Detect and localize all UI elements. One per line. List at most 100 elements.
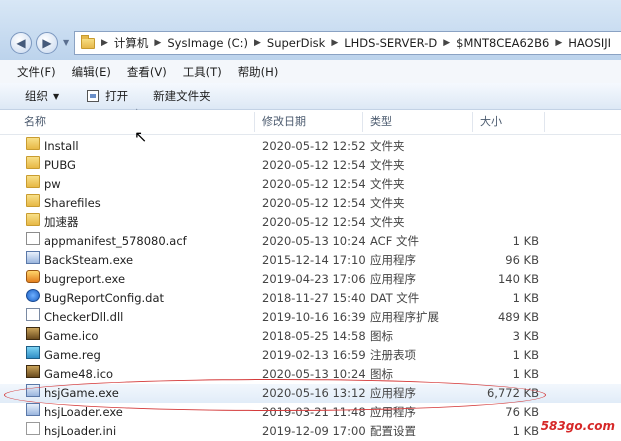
dll-icon <box>26 308 40 321</box>
file-type: 应用程序 <box>370 253 416 267</box>
registry-icon <box>26 346 40 359</box>
chevron-right-icon[interactable]: ▶ <box>154 38 161 48</box>
column-type[interactable]: 类型 <box>364 110 472 134</box>
column-divider[interactable] <box>362 112 363 132</box>
watermark-logo: 583go.com <box>540 419 615 433</box>
breadcrumb-drive[interactable]: SysImage (C:) <box>167 36 248 50</box>
menu-file[interactable]: 文件(F) <box>17 64 56 80</box>
file-type: 文件夹 <box>370 158 405 172</box>
breadcrumb-computer[interactable]: 计算机 <box>114 35 149 51</box>
file-row[interactable]: Game.ico 2018-05-25 14:58 图标 3 KB <box>0 327 621 346</box>
file-row[interactable]: BugReportConfig.dat 2018-11-27 15:40 DAT 文… <box>0 289 621 308</box>
file-row[interactable]: PUBG 2020-05-12 12:54 文件夹 <box>0 156 621 175</box>
chevron-right-icon[interactable]: ▶ <box>555 38 562 48</box>
forward-button[interactable]: ▶ <box>36 32 58 54</box>
file-type: 文件夹 <box>370 139 405 153</box>
ini-icon <box>26 422 40 435</box>
menu-bar: 文件(F) 编辑(E) 查看(V) 工具(T) 帮助(H) <box>0 60 621 83</box>
breadcrumb-server[interactable]: LHDS-SERVER-D <box>344 36 437 50</box>
file-size: 140 KB <box>497 272 539 286</box>
menu-edit[interactable]: 编辑(E) <box>72 64 111 80</box>
new-folder-button[interactable]: 新建文件夹 <box>153 88 211 104</box>
chevron-right-icon[interactable]: ▶ <box>331 38 338 48</box>
file-date: 2019-03-21 11:48 <box>262 405 366 419</box>
file-name: hsjGame.exe <box>44 386 119 400</box>
file-name: Game.reg <box>44 348 101 362</box>
file-date: 2020-05-12 12:54 <box>262 196 366 210</box>
column-date[interactable]: 修改日期 <box>256 110 362 134</box>
back-arrow-icon: ◀ <box>16 36 26 50</box>
menu-tools[interactable]: 工具(T) <box>183 64 222 80</box>
file-type: 图标 <box>370 329 393 343</box>
folder-icon <box>26 213 40 226</box>
breadcrumb-mount[interactable]: $MNT8CEA62B6 <box>456 36 549 50</box>
file-size: 96 KB <box>505 253 539 267</box>
breadcrumb-superdisk[interactable]: SuperDisk <box>267 36 325 50</box>
file-date: 2015-12-14 17:10 <box>262 253 366 267</box>
file-size: 489 KB <box>497 310 539 324</box>
file-date: 2018-11-27 15:40 <box>262 291 366 305</box>
file-row[interactable]: 加速器 2020-05-12 12:54 文件夹 <box>0 213 621 232</box>
game-icon <box>26 365 40 378</box>
caret-down-icon: ▼ <box>53 91 60 101</box>
file-size: 1 KB <box>512 234 539 248</box>
address-bar-area: ◀ ▶ ▼ ▶ 计算机 ▶ SysImage (C:) ▶ SuperDisk … <box>0 0 621 60</box>
file-date: 2020-05-16 13:12 <box>262 386 366 400</box>
file-name: BugReportConfig.dat <box>44 291 165 305</box>
open-button[interactable]: 打开 <box>87 88 128 104</box>
history-dropdown-icon[interactable]: ▼ <box>63 38 69 47</box>
organize-button[interactable]: 组织 ▼ <box>25 88 59 104</box>
file-row[interactable]: Install 2020-05-12 12:52 文件夹 <box>0 137 621 156</box>
file-type: 文件夹 <box>370 215 405 229</box>
file-name: CheckerDll.dll <box>44 310 124 324</box>
column-size[interactable]: 大小 <box>474 110 544 134</box>
file-date: 2019-02-13 16:59 <box>262 348 366 362</box>
open-label: 打开 <box>105 89 129 103</box>
file-row-selected[interactable]: hsjGame.exe 2020-05-16 13:12 应用程序 6,772 KB <box>0 384 621 403</box>
folder-icon <box>26 137 40 150</box>
file-size: 6,772 KB <box>486 386 539 400</box>
back-button[interactable]: ◀ <box>10 32 32 54</box>
file-row[interactable]: CheckerDll.dll 2019-10-16 16:39 应用程序扩展 489 … <box>0 308 621 327</box>
exe-icon <box>26 403 40 416</box>
exe-icon <box>26 251 40 264</box>
file-row[interactable]: hsjLoader.ini 2019-12-09 17:00 配置设置 1 KB <box>0 422 621 441</box>
file-type: 应用程序扩展 <box>370 310 439 324</box>
file-row[interactable]: bugreport.exe 2019-04-23 17:06 应用程序 140 KB <box>0 270 621 289</box>
file-size: 1 KB <box>512 291 539 305</box>
file-size: 1 KB <box>512 348 539 362</box>
menu-help[interactable]: 帮助(H) <box>238 64 279 80</box>
folder-icon <box>81 34 95 49</box>
file-row[interactable]: pw 2020-05-12 12:54 文件夹 <box>0 175 621 194</box>
new-folder-label: 新建文件夹 <box>153 89 211 103</box>
file-date: 2020-05-12 12:54 <box>262 215 366 229</box>
file-row[interactable]: hsjLoader.exe 2019-03-21 11:48 应用程序 76 KB <box>0 403 621 422</box>
folder-icon <box>26 175 40 188</box>
file-row[interactable]: Sharefiles 2020-05-12 12:54 文件夹 <box>0 194 621 213</box>
file-name: 加速器 <box>44 215 79 229</box>
file-date: 2019-04-23 17:06 <box>262 272 366 286</box>
column-divider[interactable] <box>472 112 473 132</box>
file-row[interactable]: Game.reg 2019-02-13 16:59 注册表项 1 KB <box>0 346 621 365</box>
column-divider[interactable] <box>544 112 545 132</box>
file-type: ACF 文件 <box>370 234 419 248</box>
column-divider[interactable] <box>254 112 255 132</box>
file-date: 2019-10-16 16:39 <box>262 310 366 324</box>
chevron-right-icon[interactable]: ▶ <box>443 38 450 48</box>
file-date: 2020-05-12 12:54 <box>262 177 366 191</box>
chevron-right-icon[interactable]: ▶ <box>101 38 108 48</box>
chevron-right-icon[interactable]: ▶ <box>254 38 261 48</box>
file-date: 2019-12-09 17:00 <box>262 424 366 438</box>
file-date: 2020-05-12 12:54 <box>262 158 366 172</box>
file-date: 2020-05-12 12:52 <box>262 139 366 153</box>
file-name: hsjLoader.exe <box>44 405 123 419</box>
file-row[interactable]: appmanifest_578080.acf 2020-05-13 10:24 AC… <box>0 232 621 251</box>
file-row[interactable]: BackSteam.exe 2015-12-14 17:10 应用程序 96 KB <box>0 251 621 270</box>
breadcrumb-haosiji[interactable]: HAOSIJI <box>568 36 611 50</box>
file-name: bugreport.exe <box>44 272 126 286</box>
address-path[interactable]: ▶ 计算机 ▶ SysImage (C:) ▶ SuperDisk ▶ LHDS… <box>74 31 621 55</box>
menu-view[interactable]: 查看(V) <box>127 64 167 80</box>
document-icon <box>26 232 40 245</box>
file-row[interactable]: Game48.ico 2020-05-13 10:24 图标 1 KB <box>0 365 621 384</box>
file-name: appmanifest_578080.acf <box>44 234 187 248</box>
